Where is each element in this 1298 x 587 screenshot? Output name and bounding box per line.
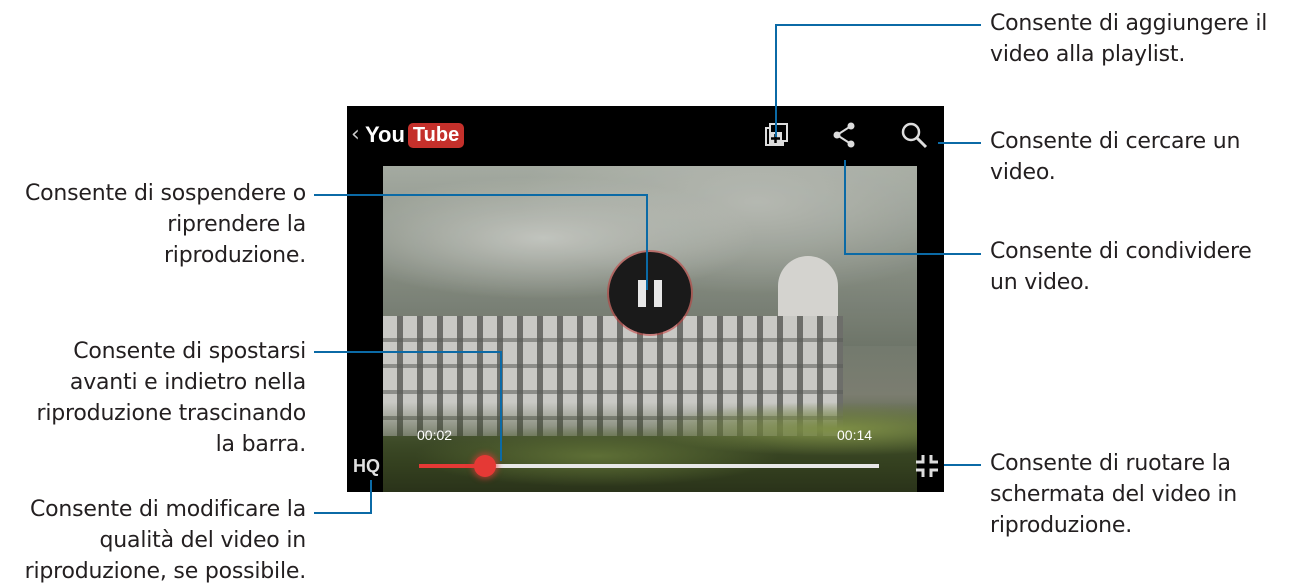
callout-share: Consente di condividere un video.: [990, 239, 1252, 295]
leader-share-v: [844, 160, 846, 255]
logo-you-text: You: [365, 122, 405, 147]
leader-share-h: [844, 253, 981, 255]
video-scene-trees: [383, 402, 917, 492]
search-icon[interactable]: [899, 120, 929, 150]
total-duration: 00:14: [837, 427, 873, 443]
seek-bar-thumb[interactable]: [473, 455, 496, 477]
callout-seek: Consente di spostarsi avanti e indietro …: [36, 339, 307, 457]
leader-quality-h: [314, 512, 372, 514]
chevron-left-icon[interactable]: ‹: [351, 122, 360, 147]
leader-search: [938, 142, 981, 144]
callout-rotate: Consente di ruotare la schermata del vid…: [990, 451, 1238, 538]
leader-seek-h: [314, 351, 502, 353]
callout-search: Consente di cercare un video.: [990, 129, 1241, 185]
callout-pause: Consente di sospendere o riprendere la r…: [24, 181, 306, 268]
video-player-screen: ‹ You Tube 00:02 00:14 HQ: [347, 106, 944, 492]
leader-playlist-h: [775, 24, 981, 26]
leader-pause-v: [646, 194, 648, 290]
callout-playlist: Consente di aggiungere il video alla pla…: [990, 11, 1268, 67]
youtube-logo[interactable]: You Tube: [365, 120, 465, 150]
leader-quality-v: [370, 480, 372, 514]
leader-rotate: [944, 464, 981, 466]
logo-tube-text: Tube: [407, 122, 465, 148]
pause-icon: [638, 280, 646, 307]
quality-button[interactable]: HQ: [353, 456, 380, 477]
player-top-bar: ‹ You Tube: [347, 106, 944, 164]
share-icon[interactable]: [829, 120, 859, 150]
leader-pause-h: [314, 194, 648, 196]
rotate-screen-icon[interactable]: [912, 451, 942, 481]
elapsed-time: 00:02: [417, 427, 453, 443]
callout-quality: Consente di modificare la qualità del vi…: [24, 497, 307, 584]
leader-playlist-v: [775, 24, 777, 137]
pause-button[interactable]: [609, 252, 691, 334]
seek-bar[interactable]: [419, 455, 879, 477]
leader-seek-v: [500, 351, 502, 461]
